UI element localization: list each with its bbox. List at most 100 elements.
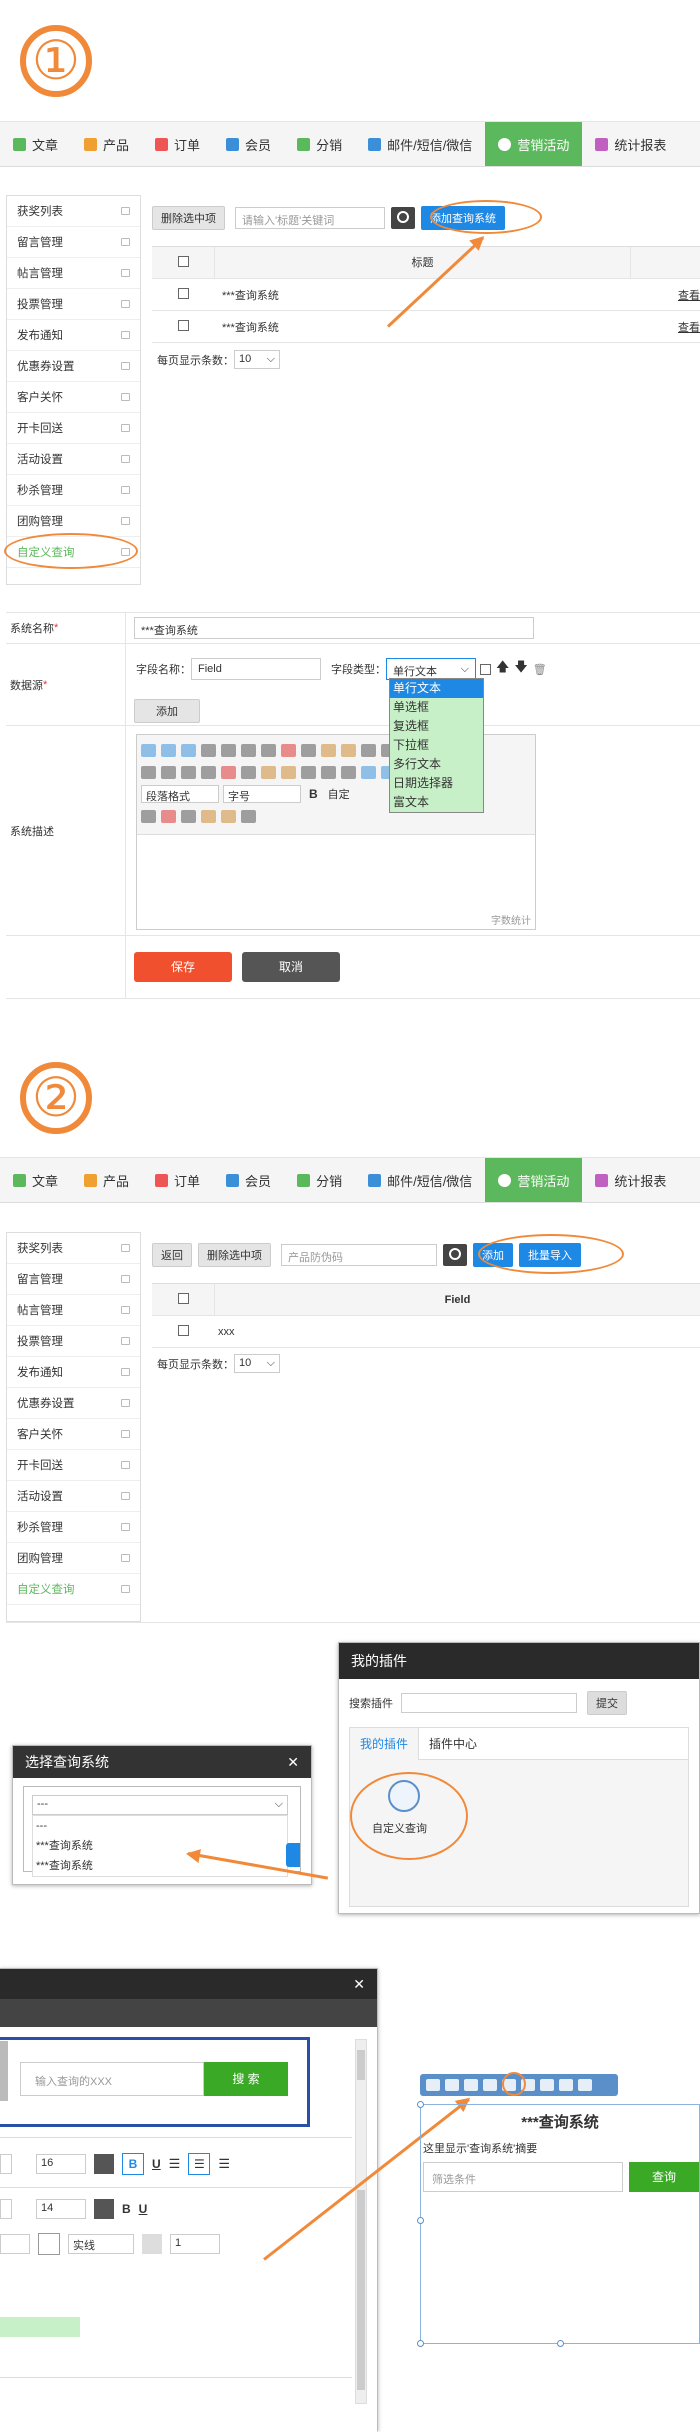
sidebar-item[interactable]: 投票管理	[7, 289, 140, 320]
layout-icon[interactable]	[483, 2079, 497, 2091]
sidebar-item[interactable]: 获奖列表	[7, 1233, 140, 1264]
search-icon[interactable]	[391, 207, 415, 229]
per-page-select[interactable]: 10 ⌵	[234, 1354, 280, 1373]
query-system-options[interactable]: --- ***查询系统 ***查询系统	[32, 1815, 288, 1877]
field-type-option[interactable]: 富文本	[390, 793, 483, 812]
nav-item[interactable]: 营销活动	[485, 1158, 583, 1202]
sidebar-item[interactable]: 投票管理	[7, 1326, 140, 1357]
code-search-input[interactable]: 产品防伪码	[281, 1244, 437, 1266]
sidebar-item[interactable]: 发布通知	[7, 1357, 140, 1388]
editor-tool-icon[interactable]	[201, 743, 216, 757]
row-checkbox[interactable]	[177, 287, 189, 299]
editor-tool-icon[interactable]	[221, 765, 236, 779]
close-icon[interactable]: ✕	[353, 1976, 365, 1993]
field-type-option[interactable]: 下拉框	[390, 736, 483, 755]
view-link[interactable]: 查看	[630, 319, 700, 335]
nav-item[interactable]: 邮件/短信/微信	[355, 122, 485, 166]
nav-item[interactable]: 分销	[284, 122, 355, 166]
sidebar-item[interactable]: 优惠券设置	[7, 1388, 140, 1419]
editor-tool-icon[interactable]	[181, 765, 196, 779]
sidebar-item[interactable]: 帖言管理	[7, 1295, 140, 1326]
field-type-dropdown[interactable]: 单行文本 单选框 复选框 下拉框 多行文本 日期选择器 富文本	[389, 678, 484, 813]
delete-icon[interactable]: 🗑	[533, 663, 547, 676]
delete-selected-button[interactable]: 删除选中项	[198, 1243, 271, 1267]
query-widget[interactable]: ***查询系统 这里显示'查询系统'摘要 筛选条件 查询	[417, 2101, 700, 2347]
chevron-up-icon[interactable]	[426, 2079, 440, 2091]
save-button[interactable]: 保存	[134, 952, 232, 982]
field-type-option[interactable]: 复选框	[390, 717, 483, 736]
font-size-stepper[interactable]: 14	[36, 2199, 86, 2219]
editor-tool-icon[interactable]	[341, 743, 356, 757]
editor-tool-icon[interactable]	[261, 765, 276, 779]
field-type-option[interactable]: 日期选择器	[390, 774, 483, 793]
sidebar-item[interactable]: 客户关怀	[7, 1419, 140, 1450]
field-name-input[interactable]: Field	[191, 658, 321, 680]
align-center-icon[interactable]: ☰	[188, 2153, 211, 2175]
plugin-search-input[interactable]	[401, 1693, 577, 1713]
editor-tool-icon[interactable]	[301, 765, 316, 779]
editor-tool-icon[interactable]	[181, 809, 196, 823]
system-name-input[interactable]: ***查询系统	[134, 617, 534, 639]
nav-item[interactable]: 订单	[142, 122, 213, 166]
move-down-icon[interactable]: 🡇	[514, 658, 527, 680]
cancel-button[interactable]: 取消	[242, 952, 340, 982]
back-button[interactable]: 返回	[152, 1243, 192, 1267]
field-type-option[interactable]: 单选框	[390, 698, 483, 717]
bold-icon[interactable]: B	[122, 2153, 144, 2175]
border-style-select[interactable]: 实线	[68, 2234, 134, 2254]
editor-tool-icon[interactable]	[241, 743, 256, 757]
sidebar-item[interactable]: 秒杀管理	[7, 1512, 140, 1543]
editor-tool-icon[interactable]	[241, 765, 256, 779]
editor-tool-icon[interactable]	[201, 765, 216, 779]
tab-plugin-center[interactable]: 插件中心	[419, 1735, 487, 1752]
nav-item[interactable]: 文章	[0, 122, 71, 166]
nav-item[interactable]: 统计报表	[582, 122, 679, 166]
editor-tool-icon[interactable]	[341, 765, 356, 779]
nav-item[interactable]: 邮件/短信/微信	[355, 1158, 485, 1202]
nav-item[interactable]: 营销活动	[485, 122, 583, 166]
search-icon[interactable]	[443, 1244, 467, 1266]
border-color-swatch[interactable]	[38, 2233, 60, 2255]
editor-tool-icon[interactable]	[241, 809, 256, 823]
underline-icon[interactable]: U	[139, 2202, 148, 2216]
lock-icon[interactable]	[559, 2079, 573, 2091]
nav-item[interactable]: 产品	[71, 1158, 142, 1202]
delete-icon[interactable]	[578, 2079, 592, 2091]
font-size-stepper[interactable]: 16	[36, 2154, 86, 2174]
sidebar-item[interactable]: 活动设置	[7, 1481, 140, 1512]
nav-item[interactable]: 文章	[0, 1158, 71, 1202]
sidebar-item[interactable]: 发布通知	[7, 320, 140, 351]
align-left-icon[interactable]: ☰	[169, 2156, 181, 2172]
bold-icon[interactable]: B	[309, 787, 318, 801]
chart-icon[interactable]	[540, 2079, 554, 2091]
editor-tool-icon[interactable]	[361, 743, 376, 757]
select-all-checkbox[interactable]	[177, 1292, 189, 1304]
color-swatch[interactable]	[94, 2154, 114, 2174]
field-type-select[interactable]: 单行文本 ⌵	[386, 658, 476, 680]
sidebar-item[interactable]: 开卡回送	[7, 1450, 140, 1481]
editor-tool-icon[interactable]	[161, 743, 176, 757]
editor-tool-icon[interactable]	[161, 809, 176, 823]
editor-tool-icon[interactable]	[181, 743, 196, 757]
editor-tool-icon[interactable]	[301, 743, 316, 757]
nav-item[interactable]: 产品	[71, 122, 142, 166]
tab-my-plugins[interactable]: 我的插件	[350, 1727, 420, 1760]
editor-tool-icon[interactable]	[361, 765, 376, 779]
nav-item[interactable]: 分销	[284, 1158, 355, 1202]
query-system-option[interactable]: ***查询系统	[36, 1836, 287, 1856]
editor-tool-icon[interactable]	[141, 765, 156, 779]
sidebar-item[interactable]: 团购管理	[7, 1543, 140, 1574]
required-checkbox[interactable]	[480, 663, 491, 675]
sidebar-item[interactable]: 帖言管理	[7, 258, 140, 289]
bold-icon[interactable]: B	[122, 2202, 131, 2216]
editor-tool-icon[interactable]	[281, 743, 296, 757]
submit-button[interactable]: 提交	[587, 1691, 627, 1715]
close-icon[interactable]: ✕	[287, 1754, 299, 1771]
editor-tool-icon[interactable]	[321, 743, 336, 757]
editor-tool-icon[interactable]	[281, 765, 296, 779]
delete-selected-button[interactable]: 删除选中项	[152, 206, 225, 230]
align-right-icon[interactable]: ☰	[218, 2156, 230, 2172]
query-input[interactable]: 输入查询的XXX	[20, 2062, 204, 2096]
search-button[interactable]: 搜 索	[204, 2062, 288, 2096]
select-all-checkbox[interactable]	[177, 255, 189, 267]
